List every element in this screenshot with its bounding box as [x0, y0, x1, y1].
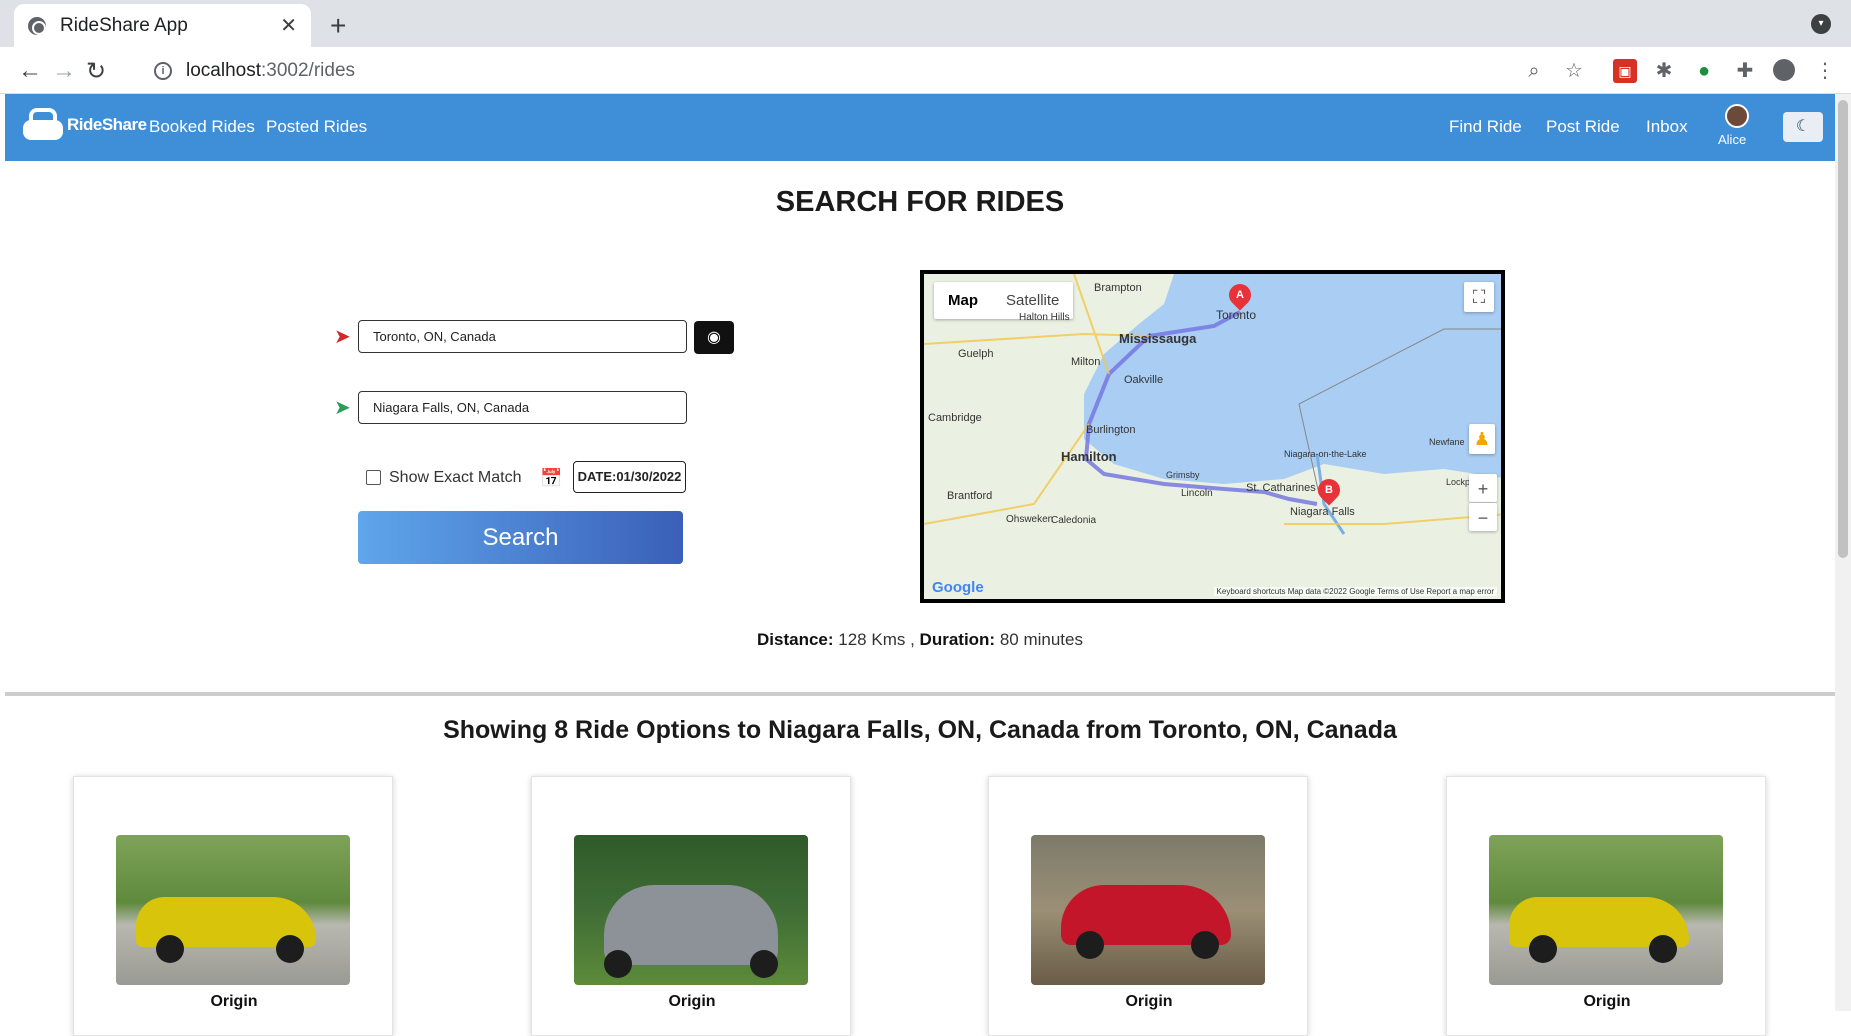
- nav-post-ride[interactable]: Post Ride: [1546, 117, 1620, 137]
- map-label-caledonia: Caledonia: [1051, 515, 1097, 526]
- map-label-niagara-on-the-lake: Niagara-on-the-Lake: [1284, 449, 1367, 459]
- map-label-lincoln: Lincoln: [1181, 488, 1213, 499]
- map-label-ohsweken: Ohsweken: [1006, 514, 1054, 525]
- calendar-icon[interactable]: 📅: [540, 468, 562, 489]
- zoom-icon[interactable]: ⌕: [1522, 59, 1546, 83]
- close-tab-icon[interactable]: ✕: [280, 13, 297, 38]
- map-label-milton: Milton: [1071, 356, 1101, 368]
- distance-label: Distance:: [757, 630, 834, 649]
- duration-value: 80 minutes: [999, 630, 1083, 649]
- map-label-st-catharines: St. Catharines: [1246, 482, 1316, 494]
- zoom-out-icon[interactable]: −: [1469, 503, 1497, 531]
- current-location-button[interactable]: ◉: [694, 321, 734, 354]
- map-label-oakville: Oakville: [1124, 374, 1164, 386]
- destination-location-icon: ➤: [334, 397, 351, 419]
- extension-red-icon[interactable]: ▣: [1613, 59, 1637, 83]
- browser-toolbar: ← → ↻ i localhost:3002/rides ⌕ ☆ ▣ ✱ ● ✚…: [0, 47, 1851, 94]
- map-marker-a[interactable]: A: [1224, 279, 1256, 311]
- nav-find-ride[interactable]: Find Ride: [1449, 117, 1522, 137]
- profile-icon[interactable]: [1773, 59, 1795, 81]
- address-bar[interactable]: i localhost:3002/rides: [140, 53, 1560, 89]
- forward-icon[interactable]: →: [52, 57, 76, 85]
- map-label-newfane: Newfane: [1429, 437, 1465, 447]
- extension-bug-icon[interactable]: ✱: [1652, 59, 1676, 83]
- ride-card[interactable]: Origin: [988, 776, 1308, 1036]
- browser-menu-icon[interactable]: ⋮: [1813, 59, 1837, 83]
- reload-icon[interactable]: ↻: [86, 57, 106, 86]
- date-input[interactable]: DATE:01/30/2022: [573, 461, 686, 493]
- map-label-guelph: Guelph: [958, 348, 994, 360]
- car-photo: [116, 835, 350, 985]
- tab-title: RideShare App: [60, 14, 188, 36]
- back-icon[interactable]: ←: [18, 57, 42, 85]
- user-avatar[interactable]: [1725, 104, 1749, 128]
- url-host: localhost: [186, 60, 261, 81]
- map-canvas: [924, 274, 1501, 535]
- map-marker-b[interactable]: B: [1313, 474, 1345, 506]
- nav-booked-rides[interactable]: Booked Rides: [149, 117, 255, 137]
- origin-input[interactable]: Toronto, ON, Canada: [358, 320, 687, 353]
- site-info-icon[interactable]: i: [154, 62, 172, 80]
- origin-label: Origin: [210, 993, 258, 1010]
- fullscreen-icon[interactable]: ⛶: [1464, 282, 1494, 312]
- user-name[interactable]: Alice: [1718, 132, 1746, 147]
- google-logo: Google: [932, 579, 984, 596]
- new-tab-button[interactable]: +: [330, 10, 346, 42]
- map-label-toronto: Toronto: [1216, 308, 1257, 322]
- nav-posted-rides[interactable]: Posted Rides: [266, 117, 367, 137]
- car-photo: [1489, 835, 1723, 985]
- browser-tabstrip: RideShare App ✕ + ▾: [0, 0, 1851, 47]
- bookmark-star-icon[interactable]: ☆: [1562, 59, 1586, 83]
- origin-label: Origin: [668, 993, 716, 1010]
- origin-label: Origin: [1583, 993, 1631, 1010]
- map-label-mississauga: Mississauga: [1119, 331, 1197, 346]
- nav-inbox[interactable]: Inbox: [1646, 117, 1688, 137]
- map-footer[interactable]: Keyboard shortcuts Map data ©2022 Google…: [1213, 587, 1497, 596]
- results-title: Showing 8 Ride Options to Niagara Falls,…: [443, 716, 1397, 744]
- map-tab-map[interactable]: Map: [934, 282, 992, 319]
- scrollbar-thumb[interactable]: [1838, 100, 1848, 558]
- map-label-hamilton: Hamilton: [1061, 449, 1117, 464]
- distance-value: 128 Kms ,: [838, 630, 915, 649]
- extension-html-icon[interactable]: ●: [1692, 59, 1716, 83]
- car-logo-icon: [23, 106, 63, 144]
- ride-card[interactable]: Origin: [531, 776, 851, 1036]
- page-title: SEARCH FOR RIDES: [775, 186, 1065, 218]
- ride-card[interactable]: Origin: [73, 776, 393, 1036]
- map-label-cambridge: Cambridge: [928, 412, 982, 424]
- globe-icon: [28, 16, 46, 35]
- search-button[interactable]: Search: [358, 511, 683, 564]
- zoom-in-icon[interactable]: +: [1469, 474, 1497, 502]
- car-photo: [574, 835, 808, 985]
- tab-search-icon[interactable]: ▾: [1811, 14, 1831, 34]
- marker-a-label: A: [1236, 289, 1244, 301]
- exact-match-checkbox[interactable]: [366, 470, 381, 485]
- map-label-burlington: Burlington: [1086, 424, 1136, 436]
- map-label-niagara-falls: Niagara Falls: [1290, 506, 1355, 518]
- brand-logo[interactable]: RideShare: [23, 106, 147, 144]
- url-path: :3002/rides: [261, 60, 356, 81]
- extensions-puzzle-icon[interactable]: ✚: [1733, 59, 1757, 83]
- browser-tab[interactable]: RideShare App ✕: [14, 4, 311, 47]
- marker-b-label: B: [1325, 484, 1333, 496]
- origin-label: Origin: [1125, 993, 1173, 1010]
- route-map[interactable]: Map Satellite Brampton Toronto Halton Hi…: [920, 270, 1505, 603]
- brand-name: RideShare: [67, 115, 147, 134]
- dark-mode-moon-icon[interactable]: ☾: [1783, 112, 1823, 142]
- destination-input[interactable]: Niagara Falls, ON, Canada: [358, 391, 687, 424]
- ride-card[interactable]: Origin: [1446, 776, 1766, 1036]
- map-label-halton-hills: Halton Hills: [1019, 312, 1070, 323]
- app-navbar: RideShare Booked Rides Posted Rides Find…: [5, 94, 1835, 161]
- duration-label: Duration:: [919, 630, 996, 649]
- exact-match-label[interactable]: Show Exact Match: [389, 469, 522, 487]
- map-label-grimsby: Grimsby: [1166, 470, 1200, 480]
- street-view-pegman-icon[interactable]: ♟: [1469, 424, 1495, 454]
- map-label-brantford: Brantford: [947, 490, 993, 502]
- car-photo: [1031, 835, 1265, 985]
- section-divider: [5, 692, 1835, 696]
- origin-location-icon: ➤: [334, 326, 351, 348]
- route-summary: Distance: 128 Kms , Duration: 80 minutes: [0, 630, 1840, 650]
- map-label-brampton: Brampton: [1094, 282, 1142, 294]
